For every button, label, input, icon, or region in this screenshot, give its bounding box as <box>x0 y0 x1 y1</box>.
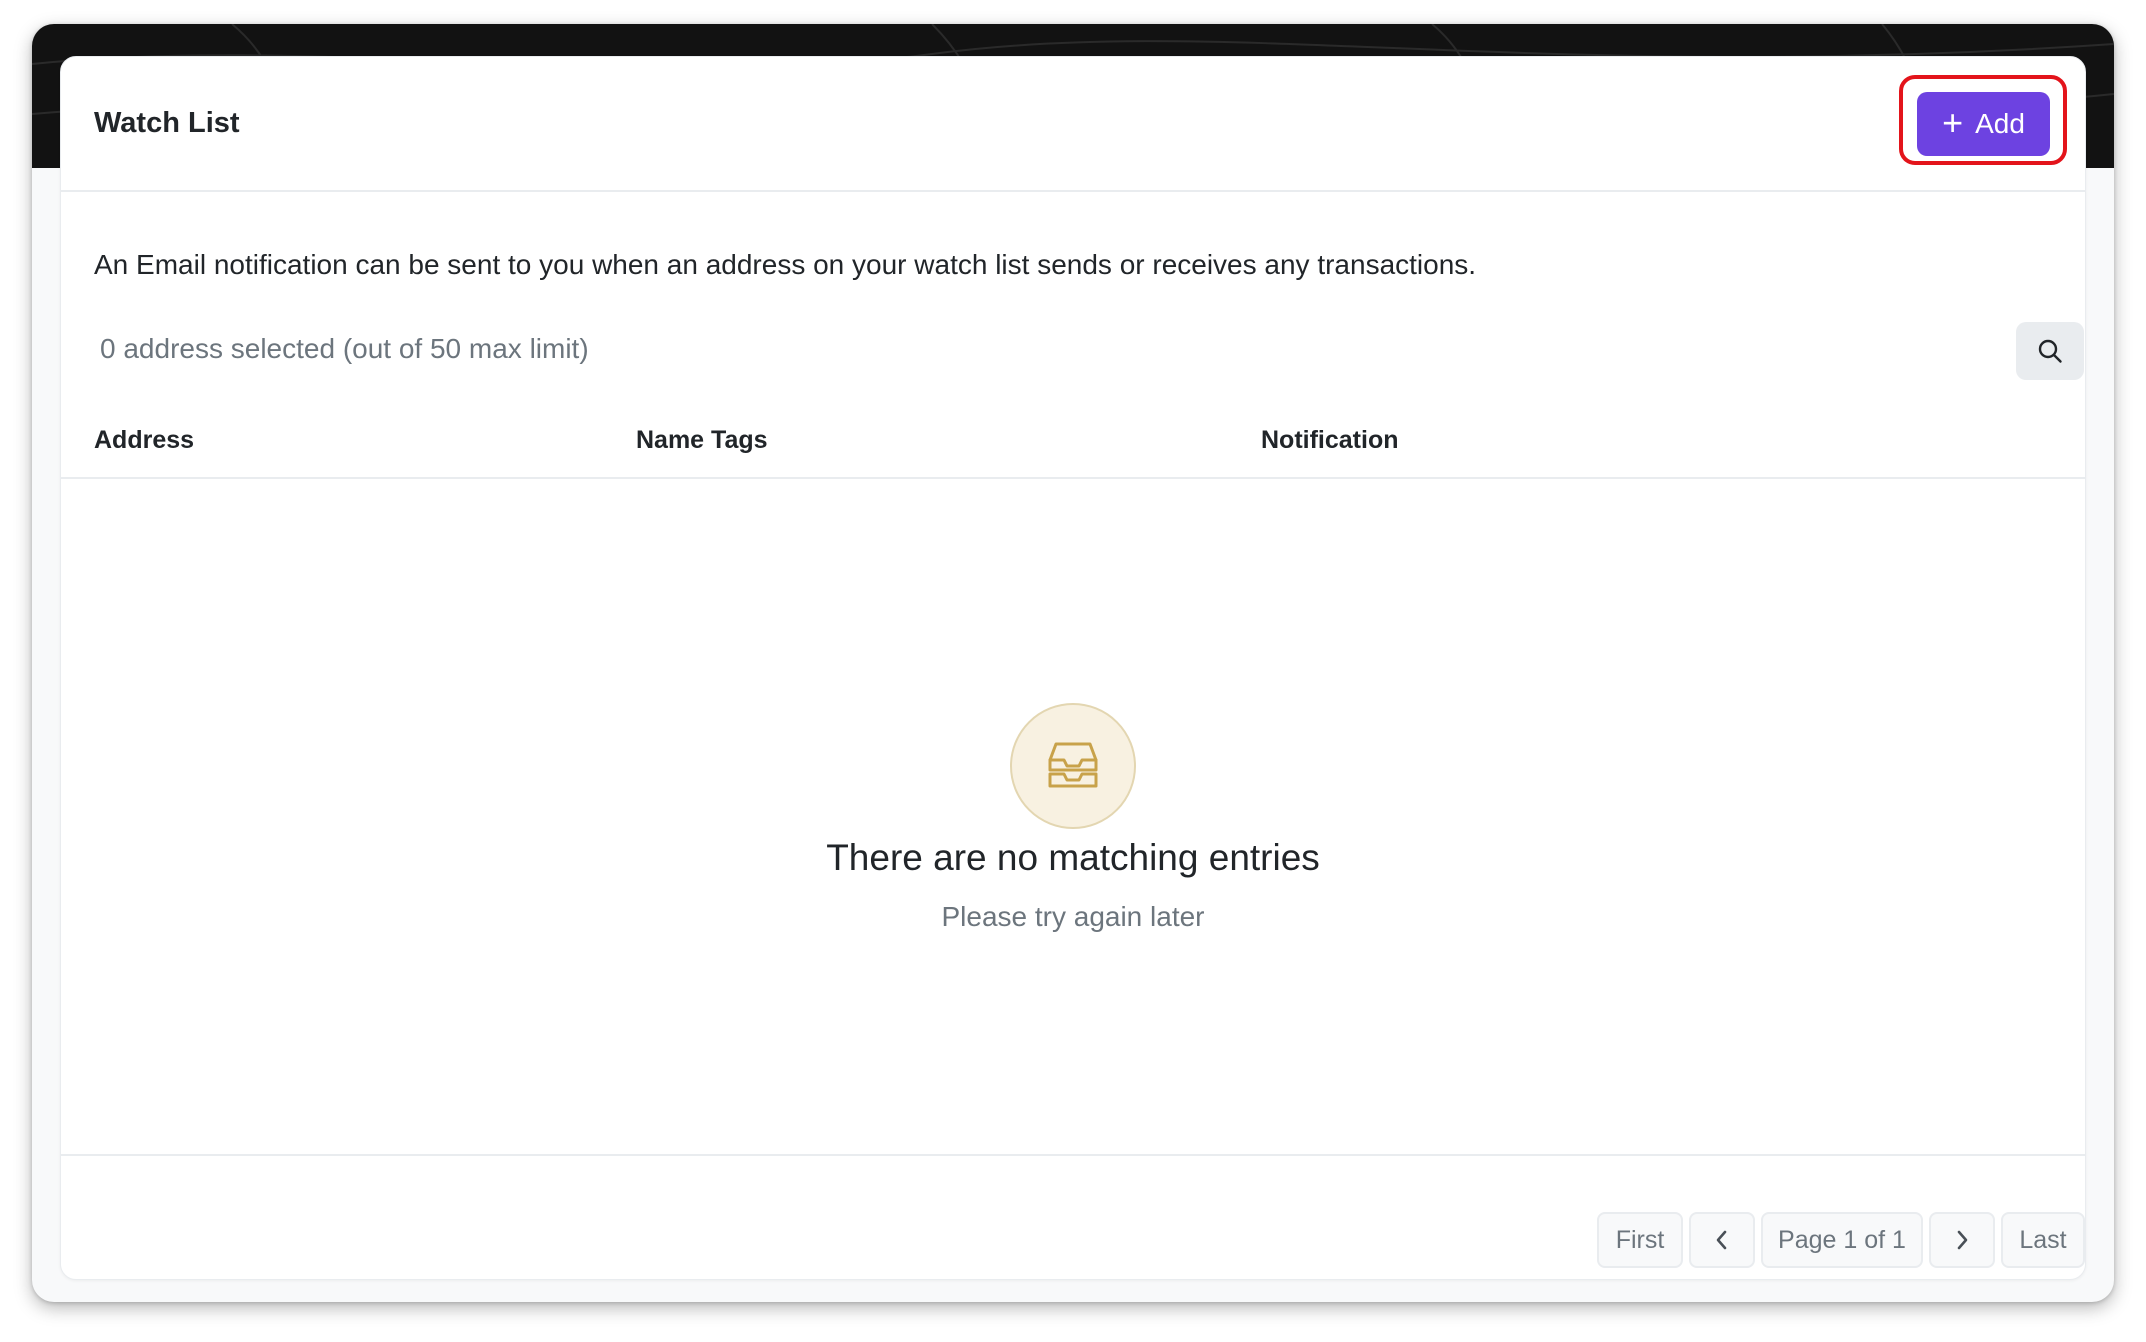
chevron-right-icon <box>1957 1230 1968 1250</box>
empty-state-title: There are no matching entries <box>826 837 1320 878</box>
card-header: Watch List + Add <box>61 57 2085 192</box>
table-header-divider <box>61 477 2085 479</box>
column-header-address: Address <box>94 426 195 454</box>
empty-state-icon-badge <box>1010 703 1136 829</box>
footer-divider <box>61 1154 2085 1156</box>
chevron-left-icon <box>1716 1230 1727 1250</box>
add-button-label: Add <box>1975 108 2025 139</box>
selected-count: 0 address selected (out of 50 max limit) <box>100 333 589 364</box>
pagination-page-indicator: Page 1 of 1 <box>1761 1212 1923 1268</box>
add-button[interactable]: + Add <box>1917 92 2050 156</box>
column-header-name-tags: Name Tags <box>636 426 768 454</box>
notification-notice: An Email notification can be sent to you… <box>94 249 1477 280</box>
pagination-prev-button[interactable] <box>1689 1212 1755 1268</box>
page-title: Watch List <box>94 107 240 139</box>
pagination-next-button[interactable] <box>1929 1212 1995 1268</box>
inbox-icon <box>1048 742 1098 788</box>
watch-list-card: Watch List + Add An Email notification c… <box>60 56 2086 1280</box>
empty-state-subtitle: Please try again later <box>941 901 1205 932</box>
plus-icon: + <box>1942 101 1964 143</box>
search-button[interactable] <box>2016 322 2084 380</box>
search-icon <box>2038 339 2062 363</box>
pagination-first-button[interactable]: First <box>1597 1212 1683 1268</box>
column-header-notification: Notification <box>1261 426 1399 454</box>
pagination-last-button[interactable]: Last <box>2001 1212 2085 1268</box>
window-frame: Watch List + Add An Email notification c… <box>32 24 2114 1302</box>
